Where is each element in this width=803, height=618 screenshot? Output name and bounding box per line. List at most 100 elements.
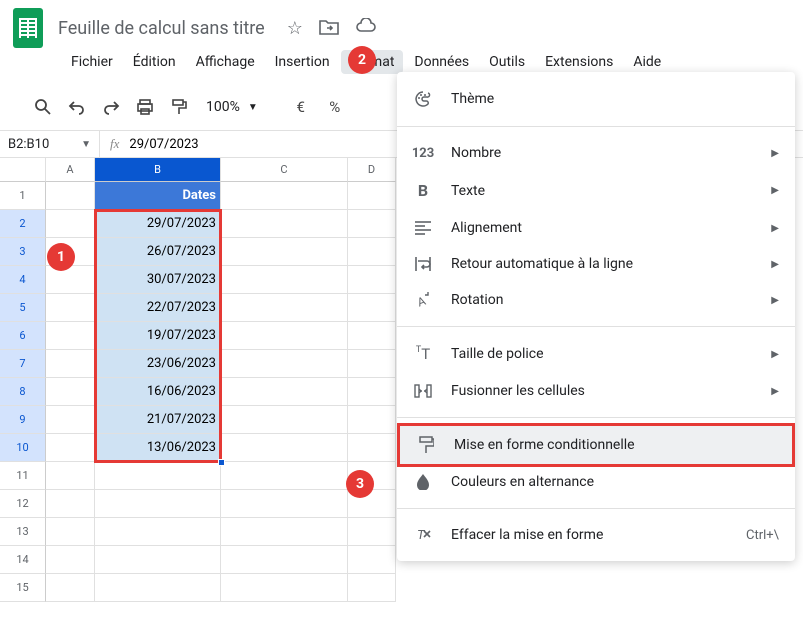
cell[interactable] bbox=[46, 350, 95, 378]
row-header[interactable]: 5 bbox=[0, 294, 46, 322]
cell[interactable] bbox=[46, 434, 95, 462]
menu-merge-cells[interactable]: Fusionner les cellules ▶ bbox=[397, 373, 795, 409]
menu-insertion[interactable]: Insertion bbox=[266, 50, 339, 74]
cell[interactable] bbox=[95, 462, 221, 490]
row-header[interactable]: 13 bbox=[0, 518, 46, 546]
col-header-b[interactable]: B bbox=[95, 158, 221, 182]
row-header[interactable]: 11 bbox=[0, 462, 46, 490]
row-header[interactable]: 7 bbox=[0, 350, 46, 378]
cell[interactable]: 26/07/2023 bbox=[95, 238, 221, 266]
cell[interactable] bbox=[348, 378, 396, 406]
currency-format-button[interactable]: € bbox=[286, 92, 316, 122]
cell[interactable] bbox=[348, 574, 396, 602]
menu-alignment[interactable]: Alignement ▶ bbox=[397, 210, 795, 246]
cell[interactable] bbox=[46, 378, 95, 406]
menu-donnees[interactable]: Données bbox=[405, 50, 478, 74]
print-icon[interactable] bbox=[130, 92, 160, 122]
cell[interactable]: 30/07/2023 bbox=[95, 266, 221, 294]
cell[interactable]: 13/06/2023 bbox=[95, 434, 221, 462]
cell[interactable] bbox=[348, 294, 396, 322]
cell[interactable] bbox=[221, 238, 348, 266]
cell[interactable] bbox=[221, 434, 348, 462]
cell[interactable]: 29/07/2023 bbox=[95, 210, 221, 238]
paint-format-icon[interactable] bbox=[164, 92, 194, 122]
cell[interactable] bbox=[348, 406, 396, 434]
cell[interactable] bbox=[46, 294, 95, 322]
redo-icon[interactable] bbox=[96, 92, 126, 122]
cell[interactable] bbox=[46, 462, 95, 490]
select-all-corner[interactable] bbox=[0, 158, 46, 182]
row-header[interactable]: 9 bbox=[0, 406, 46, 434]
cell[interactable] bbox=[221, 210, 348, 238]
menu-outils[interactable]: Outils bbox=[480, 50, 534, 74]
menu-extensions[interactable]: Extensions bbox=[536, 50, 622, 74]
cell[interactable] bbox=[46, 406, 95, 434]
menu-affichage[interactable]: Affichage bbox=[187, 50, 264, 74]
cell[interactable] bbox=[348, 266, 396, 294]
document-title[interactable]: Feuille de calcul sans titre bbox=[58, 18, 265, 39]
cell[interactable] bbox=[348, 210, 396, 238]
row-header[interactable]: 3 bbox=[0, 238, 46, 266]
cell[interactable]: 19/07/2023 bbox=[95, 322, 221, 350]
sheets-app-icon[interactable] bbox=[8, 8, 48, 48]
menu-aide[interactable]: Aide bbox=[624, 50, 670, 74]
selection-handle[interactable] bbox=[218, 459, 225, 466]
menu-clear-formatting[interactable]: T Effacer la mise en forme Ctrl+\ bbox=[397, 517, 795, 553]
col-header-d[interactable]: D bbox=[348, 158, 396, 182]
cell[interactable] bbox=[46, 322, 95, 350]
percent-format-button[interactable]: % bbox=[320, 92, 350, 122]
cell[interactable] bbox=[348, 182, 396, 210]
row-header[interactable]: 2 bbox=[0, 210, 46, 238]
cell[interactable] bbox=[348, 518, 396, 546]
move-folder-icon[interactable] bbox=[319, 18, 339, 39]
cell[interactable] bbox=[348, 238, 396, 266]
cell[interactable] bbox=[348, 322, 396, 350]
menu-alternating-colors[interactable]: Couleurs en alternance bbox=[397, 464, 795, 500]
cell[interactable] bbox=[46, 490, 95, 518]
cell[interactable] bbox=[221, 546, 348, 574]
cell[interactable]: 21/07/2023 bbox=[95, 406, 221, 434]
cell[interactable] bbox=[95, 490, 221, 518]
cell[interactable] bbox=[221, 518, 348, 546]
col-header-c[interactable]: C bbox=[221, 158, 348, 182]
menu-font-size[interactable]: TT Taille de police ▶ bbox=[397, 335, 795, 373]
cell[interactable] bbox=[221, 182, 348, 210]
row-header[interactable]: 15 bbox=[0, 574, 46, 602]
row-header[interactable]: 4 bbox=[0, 266, 46, 294]
cell[interactable] bbox=[221, 406, 348, 434]
cell[interactable]: 23/06/2023 bbox=[95, 350, 221, 378]
menu-text[interactable]: B Texte ▶ bbox=[397, 171, 795, 210]
cell[interactable] bbox=[46, 546, 95, 574]
cell[interactable] bbox=[46, 518, 95, 546]
menu-conditional-formatting[interactable]: Mise en forme conditionnelle bbox=[397, 423, 795, 467]
cell[interactable] bbox=[348, 546, 396, 574]
menu-theme[interactable]: Thème bbox=[397, 80, 795, 118]
row-header[interactable]: 8 bbox=[0, 378, 46, 406]
cell-header-dates[interactable]: Dates bbox=[95, 182, 221, 210]
cloud-status-icon[interactable] bbox=[355, 18, 377, 39]
undo-icon[interactable] bbox=[62, 92, 92, 122]
cell[interactable] bbox=[221, 322, 348, 350]
row-header[interactable]: 1 bbox=[0, 182, 46, 210]
menu-rotation[interactable]: A Rotation ▶ bbox=[397, 282, 795, 318]
row-header[interactable]: 6 bbox=[0, 322, 46, 350]
cell[interactable] bbox=[348, 350, 396, 378]
cell[interactable] bbox=[46, 182, 95, 210]
cell[interactable] bbox=[221, 294, 348, 322]
cell[interactable] bbox=[46, 210, 95, 238]
cell[interactable]: 22/07/2023 bbox=[95, 294, 221, 322]
cell[interactable] bbox=[221, 574, 348, 602]
cell[interactable] bbox=[95, 574, 221, 602]
zoom-selector[interactable]: 100%▼ bbox=[198, 99, 266, 115]
formula-input[interactable]: 29/07/2023 bbox=[129, 137, 198, 152]
menu-number[interactable]: 123 Nombre ▶ bbox=[397, 135, 795, 171]
row-header[interactable]: 10 bbox=[0, 434, 46, 462]
cell[interactable] bbox=[221, 490, 348, 518]
cell[interactable] bbox=[221, 350, 348, 378]
row-header[interactable]: 14 bbox=[0, 546, 46, 574]
search-icon[interactable] bbox=[28, 92, 58, 122]
cell[interactable] bbox=[221, 266, 348, 294]
menu-wrap[interactable]: Retour automatique à la ligne ▶ bbox=[397, 246, 795, 282]
menu-fichier[interactable]: Fichier bbox=[62, 50, 122, 74]
cell[interactable] bbox=[221, 378, 348, 406]
